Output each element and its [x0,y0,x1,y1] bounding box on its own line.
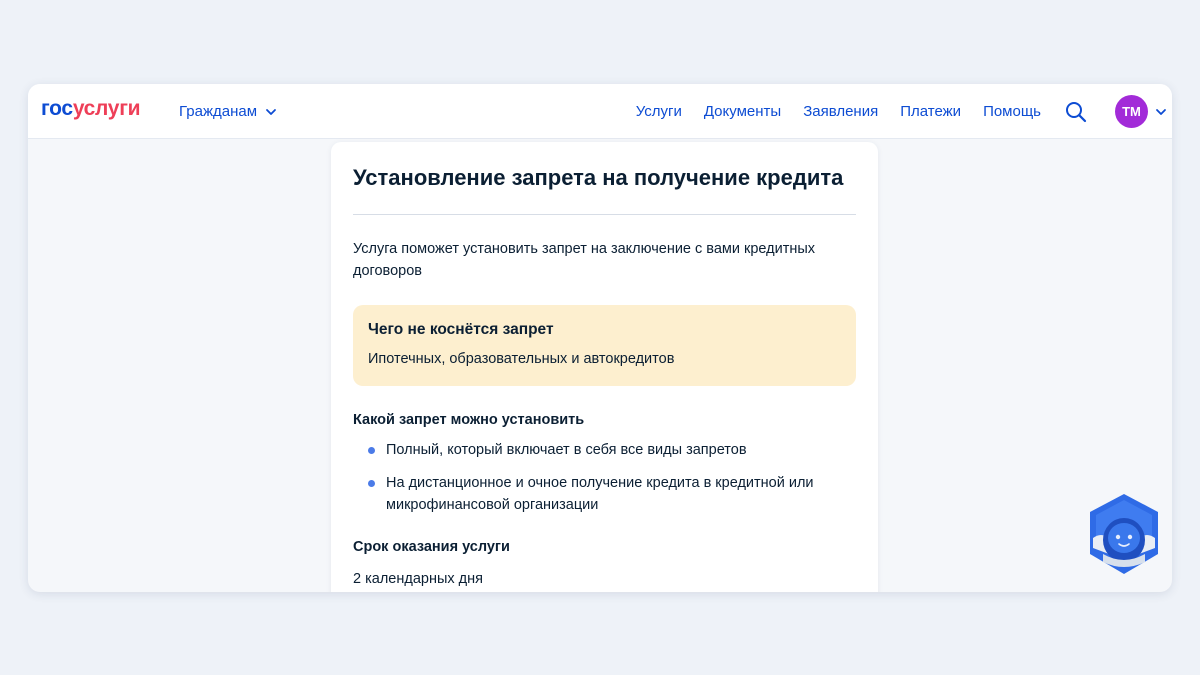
search-icon [1066,101,1087,122]
list-item: Полный, который включает в себя все виды… [353,439,833,461]
page-title: Установление запрета на получение кредит… [353,165,844,190]
site-header: гос услуги Гражданам Услуги Документы Зая… [28,84,1172,139]
chevron-down-icon [266,108,276,115]
nav-applications[interactable]: Заявления [803,103,878,120]
notice-text: Ипотечных, образовательных и автокредито… [368,351,675,367]
ban-types-list: Полный, который включает в себя все виды… [353,439,856,516]
robot-assistant-icon [1090,494,1158,574]
list-item: На дистанционное и очное получение креди… [353,472,833,516]
service-description: Услуга поможет установить запрет на закл… [353,241,816,279]
main-nav: Услуги Документы Заявления Платежи Помощ… [636,84,1172,139]
user-avatar[interactable]: ТМ [1115,95,1148,128]
service-card: Установление запрета на получение кредит… [331,142,878,592]
nav-services[interactable]: Услуги [636,103,682,120]
logo-part-gos: гос [41,97,73,120]
ban-types-title: Какой запрет можно установить [353,412,585,428]
assistant-button[interactable] [1085,492,1163,576]
nav-documents[interactable]: Документы [704,103,781,120]
browser-window: гос услуги Гражданам Услуги Документы Зая… [28,84,1172,592]
audience-menu-label: Гражданам [179,103,258,120]
duration-title: Срок оказания услуги [353,539,510,555]
exclusion-notice: Чего не коснётся запрет Ипотечных, образ… [353,305,856,386]
audience-menu[interactable]: Гражданам [179,84,277,139]
duration-value: 2 календарных дня [353,571,483,587]
search-button[interactable] [1065,101,1087,123]
nav-payments[interactable]: Платежи [900,103,961,120]
logo-part-uslugi: услуги [72,97,141,120]
profile-menu-toggle[interactable] [1155,106,1167,118]
notice-title: Чего не коснётся запрет [368,321,554,338]
nav-help[interactable]: Помощь [983,103,1041,120]
divider [353,214,856,215]
gosuslugi-logo[interactable]: гос услуги [41,97,141,121]
chevron-down-icon [1156,108,1166,115]
